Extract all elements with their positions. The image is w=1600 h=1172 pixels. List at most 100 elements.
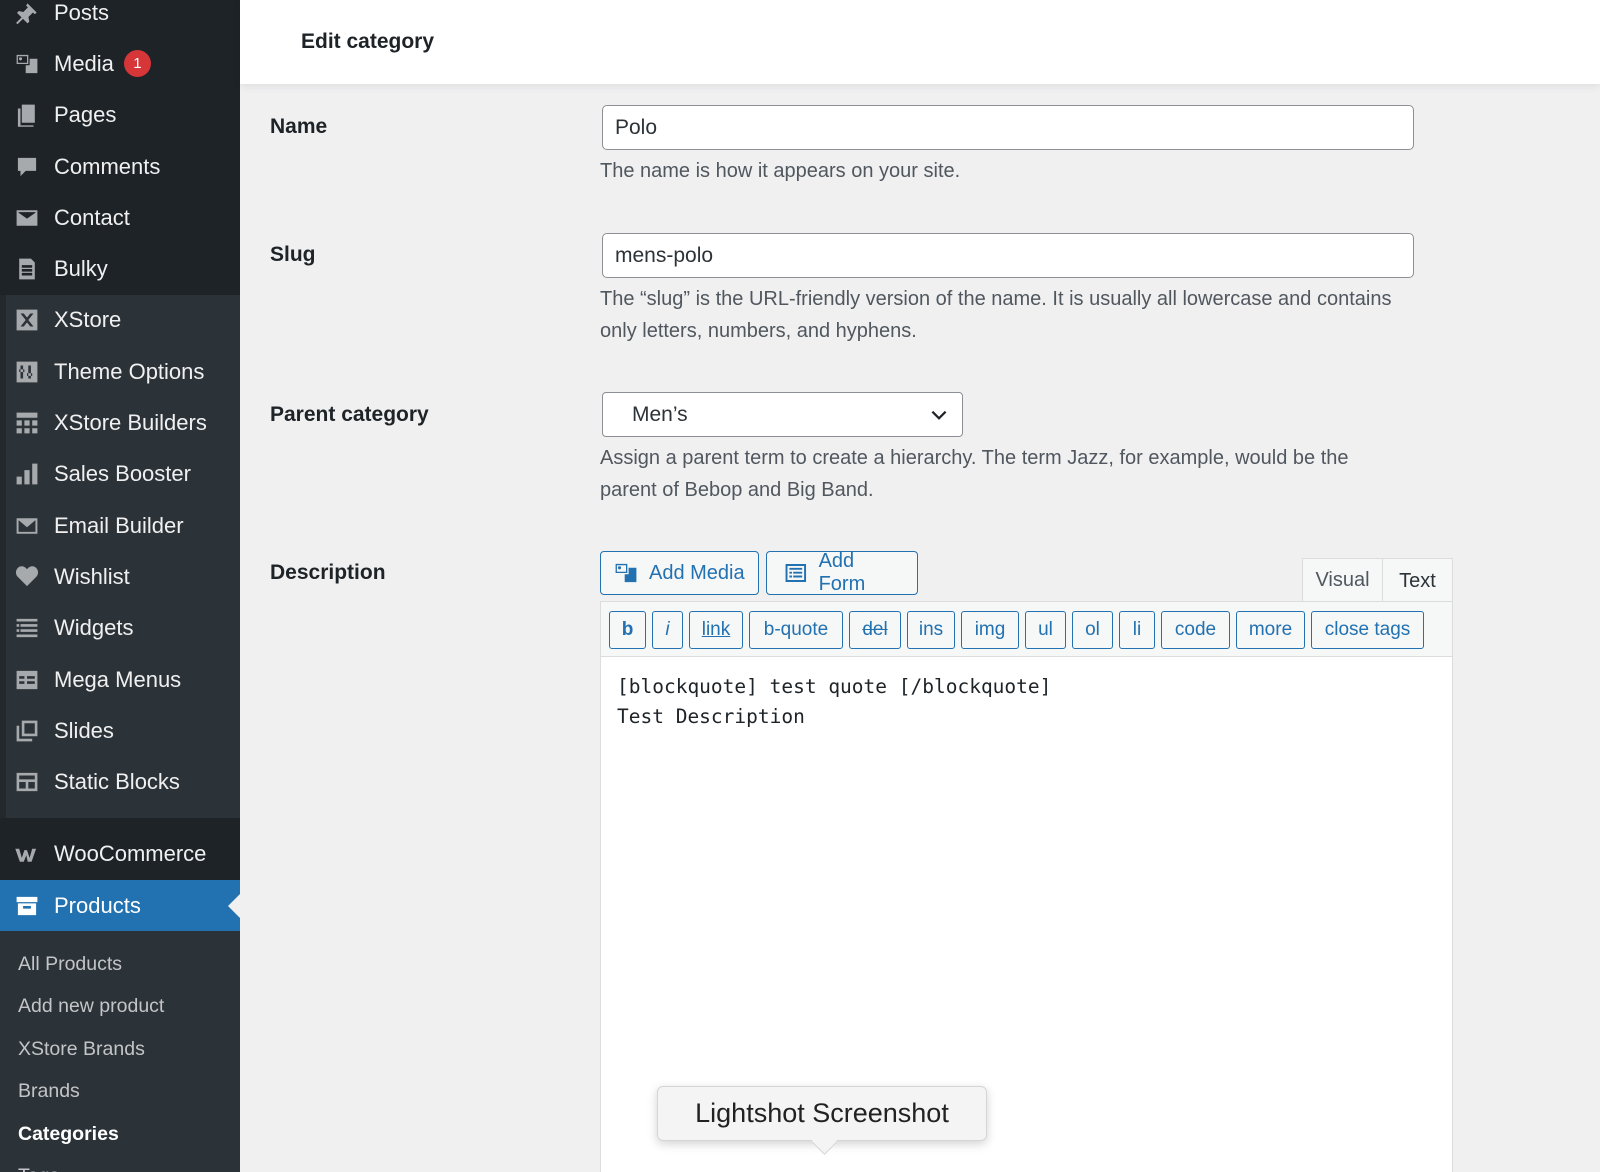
menu-group-theme: XStore Theme Options XStore Builders Sal… <box>0 294 240 818</box>
quicktags-toolbar: b i link b-quote del ins img ul ol li co… <box>601 602 1452 657</box>
menu-label: Bulky <box>54 256 108 282</box>
grid-icon <box>14 410 40 436</box>
widgets-icon <box>14 615 40 641</box>
add-form-label: Add Form <box>818 550 866 595</box>
parent-category-help-text: Assign a parent term to create a hierarc… <box>600 447 1349 501</box>
menu-label: XStore Builders <box>54 410 207 436</box>
tab-visual[interactable]: Visual <box>1302 558 1383 602</box>
qt-bold-button[interactable]: b <box>609 611 646 649</box>
name-label: Name <box>270 115 328 138</box>
menu-label: Products <box>54 892 141 918</box>
slug-input[interactable]: mens-polo <box>602 233 1414 278</box>
slides-icon <box>14 718 40 744</box>
qt-code-button[interactable]: code <box>1161 611 1230 649</box>
add-media-button[interactable]: Add Media <box>600 551 759 595</box>
menu-item-sales-booster[interactable]: Sales Booster <box>0 449 240 500</box>
menu-item-woocommerce[interactable]: WooCommerce <box>0 829 240 880</box>
menu-item-contact[interactable]: Contact <box>0 192 240 243</box>
mail-icon <box>14 205 40 231</box>
heart-icon <box>14 564 40 590</box>
products-submenu: All Products Add new product XStore Bran… <box>0 931 240 1172</box>
pages-icon <box>14 102 40 128</box>
menu-label: XStore <box>54 307 122 333</box>
menu-item-media[interactable]: Media 1 <box>0 38 240 89</box>
menu-label: Pages <box>54 102 117 128</box>
name-input[interactable]: Polo <box>602 105 1414 150</box>
menu-label: WooCommerce <box>54 841 207 867</box>
menu-item-wishlist[interactable]: Wishlist <box>0 551 240 602</box>
qt-italic-button[interactable]: i <box>652 611 683 649</box>
media-icon <box>14 51 40 77</box>
page-title: Edit category <box>301 30 435 53</box>
add-media-label: Add Media <box>649 561 745 584</box>
description-textarea[interactable]: [blockquote] test quote [/blockquote] Tes… <box>617 672 1051 732</box>
sliders-icon <box>14 359 40 385</box>
spreadsheet-icon <box>14 256 40 282</box>
qt-del-button[interactable]: del <box>849 611 901 649</box>
menu-label: Slides <box>54 717 114 743</box>
menu-label: Theme Options <box>54 358 205 384</box>
menu-label: Wishlist <box>54 563 130 589</box>
menu-item-slides[interactable]: Slides <box>0 705 240 756</box>
content-line: Test Description <box>617 705 805 728</box>
slug-label: Slug <box>270 243 316 266</box>
menu-label: Static Blocks <box>54 769 180 795</box>
menu-item-xstore-builders[interactable]: XStore Builders <box>0 397 240 448</box>
submenu-all-products[interactable]: All Products <box>0 943 240 985</box>
menu-item-products[interactable]: Products <box>0 880 240 932</box>
admin-sidebar: Posts Media 1 Pages Comments Contact Bul… <box>0 0 240 1172</box>
menu-label: Comments <box>54 153 161 179</box>
submenu-categories[interactable]: Categories <box>0 1113 240 1155</box>
submenu-xstore-brands[interactable]: XStore Brands <box>0 1028 240 1070</box>
blocks-icon <box>14 769 40 795</box>
qt-link-button[interactable]: link <box>689 611 743 649</box>
update-count-badge: 1 <box>123 50 151 78</box>
slug-help-text: The “slug” is the URL-friendly version o… <box>600 288 1392 342</box>
media-icon <box>615 563 637 583</box>
menu-label: Email Builder <box>54 512 184 538</box>
qt-blockquote-button[interactable]: b-quote <box>749 611 843 649</box>
description-label: Description <box>270 561 386 584</box>
parent-category-select[interactable]: Men’s <box>602 392 963 437</box>
qt-more-button[interactable]: more <box>1236 611 1305 649</box>
lightshot-tooltip: Lightshot Screenshot <box>657 1086 987 1141</box>
menu-item-static-blocks[interactable]: Static Blocks <box>0 756 240 807</box>
add-form-button[interactable]: Add Form <box>766 550 918 595</box>
parent-category-value: Men’s <box>632 402 688 426</box>
menu-item-xstore[interactable]: XStore <box>0 295 240 346</box>
qt-ul-button[interactable]: ul <box>1025 611 1066 649</box>
menu-item-posts[interactable]: Posts <box>0 0 240 38</box>
comment-icon <box>14 154 40 180</box>
menu-item-theme-options[interactable]: Theme Options <box>0 346 240 397</box>
menu-label: Posts <box>54 0 110 25</box>
menu-label: Contact <box>54 204 130 230</box>
content-line: [blockquote] test quote [/blockquote] <box>617 675 1052 698</box>
page-header: Edit category <box>240 0 1600 84</box>
qt-close-tags-button[interactable]: close tags <box>1311 611 1424 649</box>
qt-ol-button[interactable]: ol <box>1072 611 1113 649</box>
qt-img-button[interactable]: img <box>961 611 1019 649</box>
qt-ins-button[interactable]: ins <box>907 611 955 649</box>
menu-item-email-builder[interactable]: Email Builder <box>0 500 240 551</box>
submenu-brands[interactable]: Brands <box>0 1071 240 1113</box>
menu-item-mega-menus[interactable]: Mega Menus <box>0 654 240 705</box>
qt-li-button[interactable]: li <box>1119 611 1155 649</box>
menu-item-widgets[interactable]: Widgets <box>0 603 240 654</box>
xstore-icon <box>14 307 40 333</box>
menu-label: Mega Menus <box>54 666 182 692</box>
menu-label: Media <box>54 50 114 76</box>
submenu-tags[interactable]: Tags <box>0 1155 240 1172</box>
menu-label: Widgets <box>54 615 134 641</box>
menu-item-bulky[interactable]: Bulky <box>0 243 240 294</box>
chevron-down-icon <box>931 410 947 420</box>
woo-icon <box>14 841 40 867</box>
envelope-icon <box>14 513 40 539</box>
form-icon <box>785 564 807 582</box>
menu-item-comments[interactable]: Comments <box>0 141 240 192</box>
submenu-add-new-product[interactable]: Add new product <box>0 986 240 1028</box>
menu-item-pages[interactable]: Pages <box>0 90 240 141</box>
archive-icon <box>14 893 40 919</box>
menu-group-core: Posts Media 1 Pages Comments Contact Bul… <box>0 0 240 295</box>
tab-text[interactable]: Text <box>1382 558 1453 603</box>
table-icon <box>14 667 40 693</box>
